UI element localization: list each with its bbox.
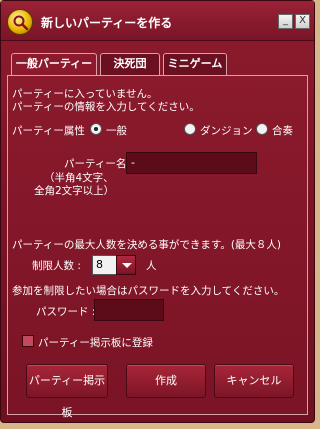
title-bar[interactable]: 新しいパーティーを作る _ X [1, 1, 314, 41]
close-button[interactable]: X [295, 14, 310, 29]
attribute-general-radio[interactable] [90, 123, 102, 135]
minimize-button[interactable]: _ [278, 14, 293, 29]
attribute-general-label: 一般 [106, 125, 127, 137]
create-party-window: 新しいパーティーを作る _ X 一般パーティー 決死団 ミニゲーム パーティーに… [0, 0, 315, 423]
party-name-hint-2: 全角2文字以上） [34, 185, 115, 197]
cancel-button[interactable]: キャンセル [214, 364, 294, 398]
party-name-label: パーティー名 [64, 158, 127, 170]
limit-label: 制限人数 : [32, 260, 81, 272]
party-name-input[interactable]: - [126, 152, 257, 174]
attribute-ensemble-label: 合奏 [272, 125, 293, 137]
member-limit-select[interactable]: 8 [92, 255, 136, 275]
limit-unit: 人 [146, 260, 157, 272]
password-label: パスワード : [36, 306, 96, 318]
attribute-dungeon-label: ダンジョン [200, 125, 253, 137]
register-board-checkbox[interactable] [22, 335, 34, 347]
window-title: 新しいパーティーを作る [41, 16, 173, 30]
tab-minigame[interactable]: ミニゲーム [163, 53, 227, 75]
attribute-dungeon-radio[interactable] [184, 123, 196, 135]
limit-description: パーティーの最大人数を決める事ができます。(最大８人) [12, 239, 282, 251]
party-board-button[interactable]: パーティー掲示板 [26, 364, 108, 419]
password-input[interactable] [94, 299, 164, 321]
info-line-2: パーティーの情報を入力してください。 [12, 101, 200, 113]
general-party-panel: パーティーに入っていません。 パーティーの情報を入力してください。 パーティー属… [7, 75, 308, 419]
tab-kesshidan[interactable]: 決死団 [100, 53, 160, 75]
member-limit-value: 8 [96, 258, 103, 271]
password-description: 参加を制限したい場合はパスワードを入力してください。 [12, 285, 285, 297]
register-board-label: パーティー掲示板に登録 [38, 337, 153, 349]
tab-general-party[interactable]: 一般パーティー [11, 53, 97, 76]
attribute-ensemble-radio[interactable] [256, 123, 268, 135]
create-button[interactable]: 作成 [126, 364, 206, 398]
party-attribute-label: パーティー属性 [12, 125, 85, 137]
magnifier-logo-icon [7, 9, 33, 35]
chevron-down-icon[interactable] [116, 255, 136, 275]
